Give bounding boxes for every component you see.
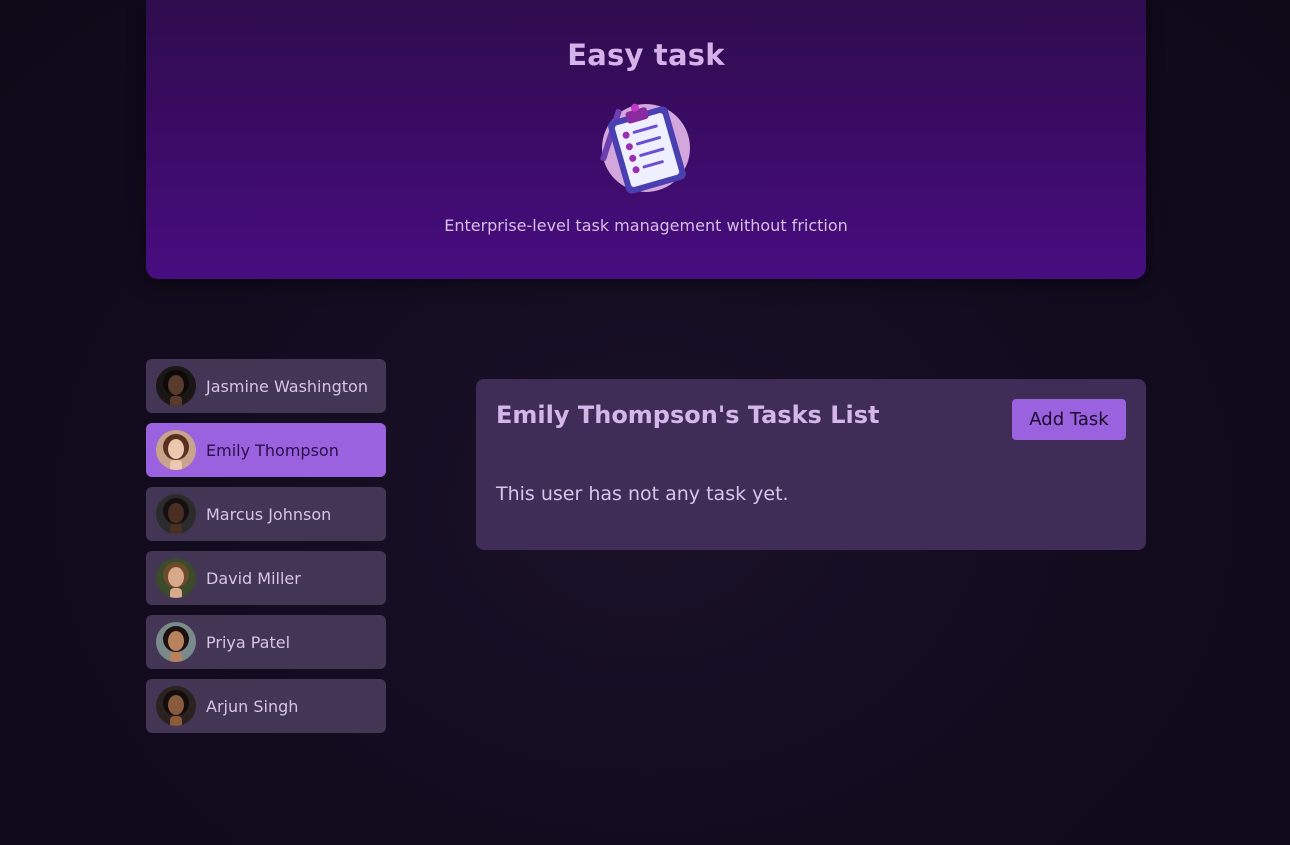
user-name: Priya Patel — [206, 632, 291, 652]
app-title: Easy task — [567, 38, 725, 72]
avatar — [156, 366, 196, 406]
user-name: Marcus Johnson — [206, 504, 332, 524]
user-name: Arjun Singh — [206, 696, 299, 716]
user-item[interactable]: Jasmine Washington — [146, 359, 386, 413]
user-list: Jasmine Washington Emily Thompson Marcus… — [146, 359, 386, 743]
add-task-button[interactable]: Add Task — [1012, 399, 1126, 440]
avatar — [156, 558, 196, 598]
user-item[interactable]: Marcus Johnson — [146, 487, 386, 541]
avatar — [156, 622, 196, 662]
avatar — [156, 686, 196, 726]
tasks-panel: Emily Thompson's Tasks List Add Task Thi… — [476, 379, 1146, 550]
clipboard-checklist-icon — [600, 103, 690, 194]
avatar — [156, 494, 196, 534]
user-name: Jasmine Washington — [206, 376, 368, 396]
user-item[interactable]: Emily Thompson — [146, 423, 386, 477]
app-header: Easy task Enterprise-level task manageme… — [146, 0, 1146, 279]
user-item[interactable]: Arjun Singh — [146, 679, 386, 733]
user-item[interactable]: David Miller — [146, 551, 386, 605]
empty-tasks-message: This user has not any task yet. — [496, 483, 789, 505]
avatar — [156, 430, 196, 470]
user-name: David Miller — [206, 568, 301, 588]
app-tagline: Enterprise-level task management without… — [444, 216, 848, 235]
tasks-panel-title: Emily Thompson's Tasks List — [496, 401, 880, 429]
user-name: Emily Thompson — [206, 440, 339, 460]
user-item[interactable]: Priya Patel — [146, 615, 386, 669]
